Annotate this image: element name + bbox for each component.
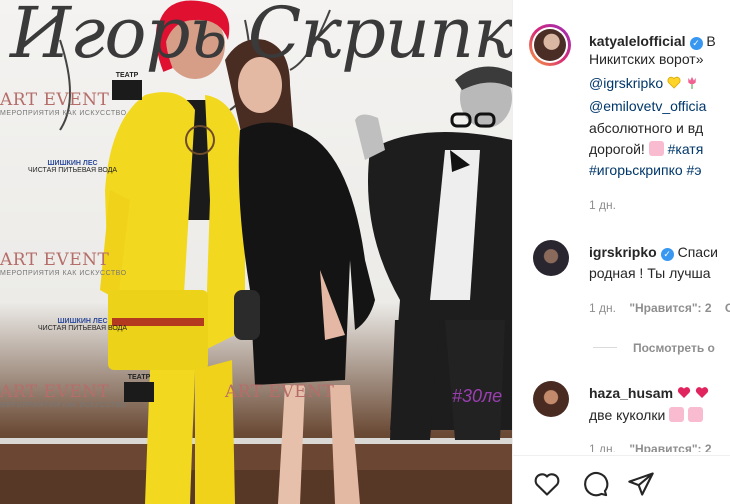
teatr-logo-mark	[112, 80, 142, 100]
comment-meta: 1 дн. "Нравится": 2	[589, 440, 712, 452]
actions-divider	[513, 455, 730, 456]
flower-emoji-icon	[688, 407, 704, 422]
comment-text: две куколки	[589, 407, 666, 423]
mention-link[interactable]: @igrskripko	[589, 75, 663, 91]
view-replies-line	[593, 347, 617, 348]
banner-title: Игорь Скрипко	[10, 0, 512, 74]
water-logo: ШИШКИН ЛЕС ЧИСТАЯ ПИТЬЕВАЯ ВОДА	[38, 318, 127, 332]
banner-man-figure	[355, 66, 512, 440]
mention-link[interactable]: @emilovetv_officia	[589, 98, 706, 114]
art-event-logo: ART EVENT МЕРОПРИЯТИЯ КАК ИСКУССТВО	[0, 90, 127, 117]
comment-time[interactable]: 1 дн.	[589, 442, 616, 452]
flower-emoji-icon	[669, 407, 685, 422]
commenter-avatar[interactable]	[533, 381, 569, 417]
girl-black-outfit	[225, 39, 375, 504]
caption-text: дорогой!	[589, 141, 645, 157]
teatr-logo-mark	[124, 382, 154, 402]
paper-plane-icon[interactable]	[627, 470, 655, 498]
commenter-username[interactable]: igrskripko	[589, 244, 657, 260]
flower-emoji-icon	[648, 141, 664, 156]
view-replies-button[interactable]: Посмотреть о	[593, 339, 715, 357]
art-event-subtitle: МЕРОПРИЯТИЯ КАК ИСКУССТВО	[0, 110, 127, 117]
verified-badge-icon: ✓	[689, 37, 703, 50]
art-event-name: ART EVENT	[0, 250, 110, 270]
heart-outline-icon[interactable]	[533, 470, 561, 498]
teatr-logo-label: ТЕАТР	[115, 72, 139, 79]
commenter-avatar[interactable]	[533, 240, 569, 276]
art-event-name: ART EVENT	[0, 382, 110, 402]
post-details-panel: katyalelofficial ✓ В Никитских ворот» @ig…	[512, 0, 730, 504]
comment-line-2: родная ! Ты лучша	[589, 265, 711, 281]
hashtag-link[interactable]: #э	[687, 162, 702, 178]
verified-badge-icon: ✓	[660, 248, 674, 261]
view-replies-label: Посмотреть о	[633, 341, 715, 355]
caption-line-3: @igrskripko	[589, 74, 699, 92]
post-photo[interactable]: Игорь Скрипко ART EVENT МЕРОПРИЯТИЯ КАК …	[0, 0, 512, 504]
banner-hashtag: #30ле	[452, 386, 503, 406]
caption-line-2: Никитских ворот»	[589, 51, 704, 67]
hashtag-link[interactable]: #катя	[668, 141, 704, 157]
red-heart-icon	[695, 387, 708, 398]
water-logo-name: ШИШКИН ЛЕС	[47, 160, 98, 167]
art-event-logo: ART EVENT МЕРОПРИЯТИЯ КАК ИСКУССТВО	[0, 250, 127, 277]
caption-line-1: katyalelofficial ✓ В	[589, 32, 716, 50]
caption-line-6: дорогой! #катя	[589, 140, 703, 158]
tulip-icon	[688, 76, 696, 89]
teatr-logo-label: ТЕАТР	[127, 374, 151, 381]
yellow-heart-icon	[667, 76, 681, 89]
commenter-username[interactable]: haza_husam	[589, 385, 673, 401]
comment-text: Спаси	[677, 244, 718, 260]
author-username[interactable]: katyalelofficial	[589, 33, 686, 49]
art-event-logo: ART EVENT	[225, 382, 334, 402]
comment-meta: 1 дн. "Нравится": 2 О	[589, 299, 730, 317]
caption-line-4: @emilovetv_officia	[589, 97, 706, 115]
red-heart-icon	[677, 387, 691, 398]
water-logo-name: ШИШКИН ЛЕС	[57, 318, 108, 325]
comment-line-2: две куколки	[589, 406, 704, 424]
water-logo-sub: ЧИСТАЯ ПИТЬЕВАЯ ВОДА	[38, 325, 128, 332]
art-event-name: ART EVENT	[0, 90, 110, 110]
teatr-logo: ТЕАТР	[112, 72, 142, 100]
art-event-subtitle: МЕРОПРИЯТИЯ КАК ИСКУССТВО	[0, 402, 127, 409]
comment-likes[interactable]: "Нравится": 2	[629, 301, 711, 315]
comment-time[interactable]: 1 дн.	[589, 301, 616, 315]
art-event-name: ART EVENT	[225, 382, 335, 402]
art-event-subtitle: МЕРОПРИЯТИЯ КАК ИСКУССТВО	[0, 270, 127, 277]
comment-line-1: igrskripko ✓ Спаси	[589, 243, 718, 261]
caption-line-5: абсолютного и вд	[589, 120, 704, 136]
reply-button[interactable]: О	[725, 301, 730, 315]
art-event-logo: ART EVENT МЕРОПРИЯТИЯ КАК ИСКУССТВО	[0, 382, 127, 409]
post-timestamp[interactable]: 1 дн.	[589, 196, 616, 214]
hashtag-link[interactable]: #игорьскрипко	[589, 162, 683, 178]
water-logo-sub: ЧИСТАЯ ПИТЬЕВАЯ ВОДА	[28, 167, 118, 174]
water-logo: ШИШКИН ЛЕС ЧИСТАЯ ПИТЬЕВАЯ ВОДА	[28, 160, 117, 174]
comment-likes[interactable]: "Нравится": 2	[629, 442, 711, 452]
comment-bubble-icon[interactable]	[581, 470, 609, 498]
caption-line-7: #игорьскрипко #э	[589, 161, 701, 179]
teatr-logo: ТЕАТР	[124, 374, 154, 402]
comment-line-1: haza_husam	[589, 384, 709, 402]
caption-text: В	[706, 33, 716, 49]
author-avatar[interactable]	[529, 24, 571, 66]
